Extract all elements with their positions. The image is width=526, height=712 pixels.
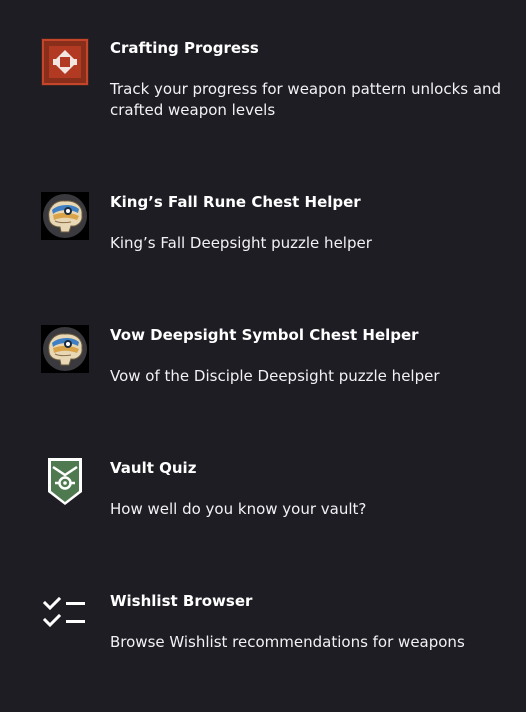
- vault-shield-icon: [41, 458, 89, 506]
- tool-item-vault-quiz[interactable]: Vault Quiz How well do you know your vau…: [0, 458, 526, 522]
- tool-item-kings-fall-rune-chest-helper[interactable]: King’s Fall Rune Chest Helper King’s Fal…: [0, 192, 526, 256]
- tool-description: King’s Fall Deepsight puzzle helper: [110, 234, 372, 252]
- tool-description: Vow of the Disciple Deepsight puzzle hel…: [110, 367, 440, 385]
- tool-title: King’s Fall Rune Chest Helper: [110, 193, 361, 211]
- tool-title: Crafting Progress: [110, 39, 259, 57]
- tool-item-crafting-progress[interactable]: Crafting Progress Track your progress fo…: [0, 38, 526, 128]
- tool-item-vow-deepsight-symbol-chest-helper[interactable]: Vow Deepsight Symbol Chest Helper Vow of…: [0, 325, 526, 389]
- tool-title: Wishlist Browser: [110, 592, 253, 610]
- tool-description: Browse Wishlist recommendations for weap…: [110, 633, 465, 651]
- tool-description: Track your progress for weapon pattern u…: [110, 80, 502, 119]
- crafting-icon: [41, 38, 89, 86]
- tool-item-wishlist-browser[interactable]: Wishlist Browser Browse Wishlist recomme…: [0, 591, 526, 655]
- checklist-icon: [41, 591, 89, 639]
- tool-title: Vault Quiz: [110, 459, 197, 477]
- deepsight-brain-icon: [41, 192, 89, 240]
- tool-description: How well do you know your vault?: [110, 500, 367, 518]
- deepsight-brain-icon: [41, 325, 89, 373]
- tool-title: Vow Deepsight Symbol Chest Helper: [110, 326, 419, 344]
